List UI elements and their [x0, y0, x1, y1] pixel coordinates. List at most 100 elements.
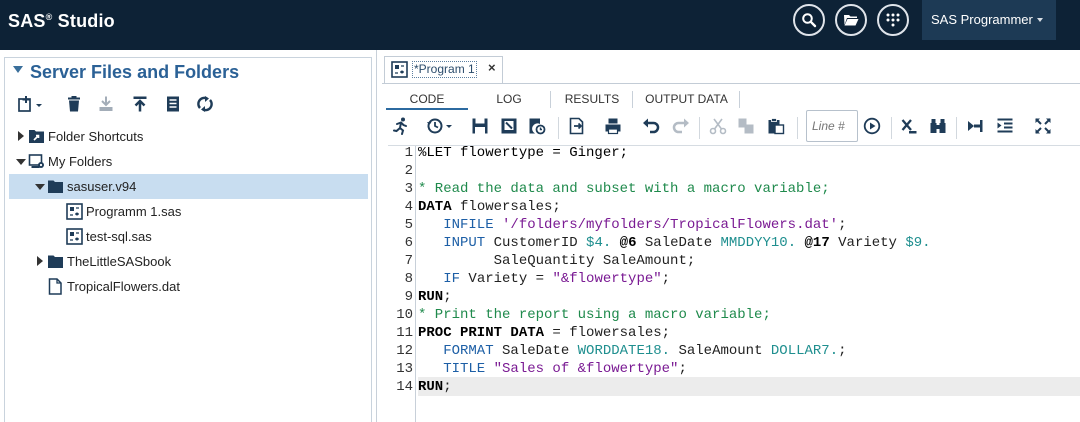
close-tab-icon[interactable]: × — [488, 60, 496, 75]
indent-icon — [997, 118, 1013, 133]
search-button[interactable] — [793, 4, 825, 36]
program-tab-strip: *Program 1 × — [382, 50, 1080, 84]
cut-button[interactable] — [709, 117, 729, 137]
redo-icon — [672, 118, 689, 134]
code-analyzer-button[interactable] — [929, 117, 949, 137]
tree-item-programm-1[interactable]: Programm 1.sas — [9, 199, 368, 224]
collapse-arrow-icon[interactable] — [35, 184, 45, 190]
save-as-button[interactable] — [500, 117, 520, 137]
code-line: PROC PRINT DATA = flowersales; — [418, 325, 671, 341]
file-icon — [48, 278, 62, 295]
tree-item-label: TheLittleSASbook — [67, 254, 172, 269]
redo-button[interactable] — [672, 117, 692, 137]
undo-button[interactable] — [642, 117, 662, 137]
tree-item-sasuser[interactable]: sasuser.v94 — [9, 174, 368, 199]
line-number: 11 — [396, 325, 413, 341]
code-line: TITLE "Sales of &flowertype"; — [418, 361, 687, 377]
collapse-section-icon[interactable] — [13, 66, 23, 73]
tree-item-my-folders[interactable]: My Folders — [9, 149, 368, 174]
code-line: IF Variety = "&flowertype"; — [418, 271, 671, 287]
tree-item-test-sql[interactable]: test-sql.sas — [9, 224, 368, 249]
scissors-icon — [709, 118, 727, 135]
binoculars-icon — [930, 119, 946, 133]
line-number-input[interactable] — [806, 110, 858, 142]
save-button[interactable] — [471, 117, 491, 137]
line-number: 13 — [396, 361, 413, 377]
my-folders-icon — [28, 154, 44, 168]
print-button[interactable] — [604, 117, 624, 137]
tab-divider — [550, 91, 551, 108]
tab-program-1[interactable]: *Program 1 × — [384, 56, 503, 83]
line-number: 8 — [404, 271, 413, 287]
tree-item-tropicalflowers[interactable]: TropicalFlowers.dat — [9, 274, 368, 299]
editor-subtabs: CODE LOG RESULTS OUTPUT DATA — [386, 88, 1080, 110]
refresh-icon — [197, 96, 213, 112]
tree-item-folder-shortcuts[interactable]: Folder Shortcuts — [9, 124, 368, 149]
toolbar-divider — [797, 117, 798, 139]
refresh-button[interactable] — [196, 95, 214, 115]
tab-results[interactable]: RESULTS — [552, 88, 632, 110]
submit-to-batch-button[interactable] — [966, 117, 986, 137]
tab-log[interactable]: LOG — [468, 88, 550, 110]
expand-arrow-icon[interactable] — [18, 131, 24, 141]
tree-item-label: My Folders — [48, 154, 113, 169]
maximize-view-button[interactable] — [1034, 117, 1054, 137]
copy-button[interactable] — [737, 117, 757, 137]
toolbar-divider — [699, 117, 700, 139]
tree-item-thelittlesasbook[interactable]: TheLittleSASbook — [9, 249, 368, 274]
upload-icon — [133, 96, 147, 112]
code-line: INPUT CustomerID $4. @6 SaleDate MMDDYY1… — [418, 235, 931, 251]
code-line: %LET flowertype = Ginger; — [418, 145, 629, 161]
expand-arrow-icon[interactable] — [37, 256, 43, 266]
current-line-highlight — [418, 377, 1080, 396]
toolbar-divider — [558, 117, 559, 139]
code-line: RUN; — [418, 379, 452, 395]
delete-button[interactable] — [65, 95, 83, 115]
applications-button[interactable] — [877, 4, 909, 36]
save-as-icon — [501, 118, 517, 134]
line-number: 2 — [404, 163, 413, 179]
sas-program-icon — [66, 203, 83, 220]
save-icon — [472, 118, 488, 134]
tab-divider — [632, 91, 633, 108]
download-button[interactable] — [97, 95, 115, 115]
play-circle-icon — [863, 117, 881, 135]
open-folder-button[interactable] — [835, 4, 867, 36]
apps-grid-icon — [886, 13, 900, 27]
toolbar-divider — [956, 117, 957, 139]
tab-label: *Program 1 — [412, 61, 477, 78]
line-number: 10 — [396, 307, 413, 323]
sas-program-icon — [391, 61, 408, 78]
history-button[interactable] — [426, 117, 456, 137]
paste-button[interactable] — [767, 117, 787, 137]
tree-item-label: Programm 1.sas — [86, 204, 182, 219]
tab-output-data[interactable]: OUTPUT DATA — [634, 88, 739, 110]
save-as-copy-icon — [529, 118, 546, 135]
save-as-new-button[interactable] — [528, 117, 548, 137]
tree-item-label: sasuser.v94 — [67, 179, 137, 194]
perspective-menu[interactable]: SAS Programmer — [922, 0, 1056, 40]
tree-item-label: Folder Shortcuts — [48, 129, 144, 144]
run-button[interactable] — [392, 117, 412, 137]
clipboard-icon — [768, 118, 785, 135]
properties-button[interactable] — [164, 95, 182, 115]
collapse-arrow-icon[interactable] — [16, 159, 26, 165]
export-button[interactable] — [568, 117, 588, 137]
upload-button[interactable] — [131, 95, 149, 115]
panel-title[interactable]: Server Files and Folders — [30, 62, 239, 83]
folder-shortcuts-icon — [29, 130, 44, 143]
go-to-line-button[interactable] — [863, 117, 883, 137]
format-code-button[interactable] — [996, 117, 1016, 137]
line-number: 6 — [404, 235, 413, 251]
code-line: DATA flowersales; — [418, 199, 561, 215]
new-menu-button[interactable] — [15, 95, 45, 115]
clear-code-button[interactable] — [900, 117, 920, 137]
code-line: FORMAT SaleDate WORDDATE18. SaleAmount D… — [418, 343, 847, 359]
line-number: 5 — [404, 217, 413, 233]
code-line: INFILE '/folders/myfolders/TropicalFlowe… — [418, 217, 847, 233]
editor-toolbar — [386, 112, 1080, 144]
clear-x-icon — [901, 119, 917, 134]
tab-code[interactable]: CODE — [386, 88, 468, 110]
app-title: SAS® Studio — [8, 11, 115, 31]
tree-item-label: test-sql.sas — [86, 229, 152, 244]
